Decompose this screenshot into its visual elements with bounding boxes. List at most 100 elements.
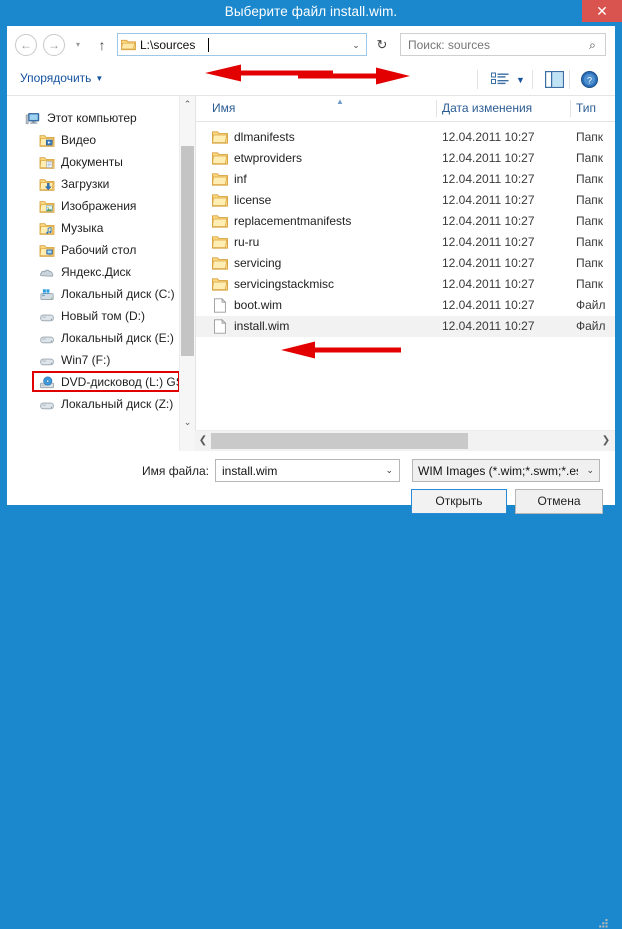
sidebar-item-9[interactable]: Новый том (D:) xyxy=(7,306,179,328)
file-row[interactable]: license 12.04.2011 10:27 Папк xyxy=(196,190,615,211)
file-type: Папк xyxy=(576,214,604,228)
address-text: L:\sources xyxy=(140,38,196,52)
file-icon xyxy=(212,318,228,334)
file-name: dlmanifests xyxy=(234,130,295,144)
sidebar-scroll-thumb[interactable] xyxy=(181,146,194,356)
file-row[interactable]: servicing 12.04.2011 10:27 Папк xyxy=(196,253,615,274)
sidebar-item-2[interactable]: Документы xyxy=(7,152,179,174)
organize-menu-button[interactable]: Упорядочить ▼ xyxy=(20,71,103,85)
change-view-icon[interactable] xyxy=(491,72,511,88)
close-icon: ✕ xyxy=(596,3,608,19)
horizontal-scroll-thumb[interactable] xyxy=(211,433,468,449)
search-input[interactable]: Поиск: sources ⌕ xyxy=(400,33,606,56)
column-divider[interactable] xyxy=(570,100,571,117)
column-header-date[interactable]: Дата изменения xyxy=(442,96,567,121)
file-type: Файл xyxy=(576,319,606,333)
svg-text:?: ? xyxy=(587,75,592,85)
file-type-filter-select[interactable]: WIM Images (*.wim;*.swm;*.esd ⌄ xyxy=(412,459,600,482)
file-date-modified: 12.04.2011 10:27 xyxy=(442,151,535,165)
file-row[interactable]: ru-ru 12.04.2011 10:27 Папк xyxy=(196,232,615,253)
drive-icon xyxy=(39,354,55,368)
file-name: license xyxy=(234,193,272,207)
file-name: ru-ru xyxy=(234,235,260,249)
file-name: install.wim xyxy=(234,319,290,333)
file-date-modified: 12.04.2011 10:27 xyxy=(442,256,535,270)
file-row[interactable]: install.wim 12.04.2011 10:27 Файл xyxy=(196,316,615,337)
scroll-up-button[interactable]: ⌃ xyxy=(180,96,195,113)
file-row[interactable]: inf 12.04.2011 10:27 Папк xyxy=(196,169,615,190)
filename-input[interactable]: install.wim ⌄ xyxy=(215,459,400,482)
sidebar-item-4[interactable]: Изображения xyxy=(7,196,179,218)
sidebar-item-label: Локальный диск (E:) xyxy=(61,331,174,345)
sidebar-item-label: Загрузки xyxy=(61,177,110,191)
scroll-down-button[interactable]: ⌄ xyxy=(180,414,195,431)
resize-grip-icon[interactable] xyxy=(599,919,609,929)
sidebar-item-3[interactable]: Загрузки xyxy=(7,174,179,196)
open-button[interactable]: Открыть xyxy=(411,489,507,514)
file-name: replacementmanifests xyxy=(234,214,352,228)
sidebar-item-10[interactable]: Локальный диск (E:) xyxy=(7,328,179,350)
column-header-type[interactable]: Тип xyxy=(576,96,612,121)
file-row[interactable]: servicingstackmisc 12.04.2011 10:27 Папк xyxy=(196,274,615,295)
cancel-button[interactable]: Отмена xyxy=(515,489,603,514)
sidebar-item-0[interactable]: Этот компьютер xyxy=(7,108,179,130)
sidebar-item-12[interactable]: DVD-дисковод (L:) GS xyxy=(7,372,184,394)
window-title: Выберите файл install.wim. xyxy=(224,4,398,19)
help-icon[interactable]: ? xyxy=(581,71,598,88)
file-list-horizontal-scrollbar[interactable]: ❮ ❯ xyxy=(195,430,615,451)
file-name: servicingstackmisc xyxy=(234,277,335,291)
sidebar-item-6[interactable]: Рабочий стол xyxy=(7,240,179,262)
chevron-down-icon: ⌄ xyxy=(586,465,594,475)
arrow-right-icon: → xyxy=(48,38,60,52)
toolbar-divider xyxy=(569,70,570,89)
folder-icon xyxy=(212,172,228,187)
column-divider[interactable] xyxy=(436,100,437,117)
file-row[interactable]: etwproviders 12.04.2011 10:27 Папк xyxy=(196,148,615,169)
refresh-button[interactable]: ↻ xyxy=(371,33,393,56)
sidebar-item-11[interactable]: Win7 (F:) xyxy=(7,350,179,372)
scroll-right-button[interactable]: ❯ xyxy=(598,431,614,451)
chevron-down-icon[interactable]: ⌄ xyxy=(385,465,393,476)
folder-icon xyxy=(212,130,228,145)
preview-pane-icon[interactable] xyxy=(545,71,564,88)
scroll-left-button[interactable]: ❮ xyxy=(195,431,211,451)
folder-documents-icon xyxy=(39,156,55,170)
folder-downloads-icon xyxy=(39,178,55,192)
sort-ascending-icon: ▲ xyxy=(336,97,344,106)
column-header-name[interactable]: Имя xyxy=(212,96,427,121)
sidebar-item-1[interactable]: Видео xyxy=(7,130,179,152)
sidebar-item-8[interactable]: Локальный диск (C:) xyxy=(7,284,179,306)
arrow-up-icon: ↑ xyxy=(98,37,106,53)
file-row[interactable]: dlmanifests 12.04.2011 10:27 Папк xyxy=(196,127,615,148)
chevron-down-icon[interactable]: ⌄ xyxy=(350,39,362,52)
file-type-filter-value: WIM Images (*.wim;*.swm;*.esd xyxy=(418,464,578,478)
file-type: Папк xyxy=(576,130,604,144)
file-date-modified: 12.04.2011 10:27 xyxy=(442,298,535,312)
file-row[interactable]: replacementmanifests 12.04.2011 10:27 Папк xyxy=(196,211,615,232)
sidebar-item-13[interactable]: Локальный диск (Z:) xyxy=(7,394,179,416)
sidebar-item-label: DVD-дисковод (L:) GS xyxy=(61,375,184,389)
folder-icon xyxy=(212,151,228,166)
sidebar-item-7[interactable]: Яндекс.Диск xyxy=(7,262,179,284)
close-button[interactable]: ✕ xyxy=(582,0,622,22)
back-button[interactable]: ← xyxy=(15,34,37,56)
file-icon xyxy=(212,297,228,313)
sidebar-item-label: Этот компьютер xyxy=(47,111,137,125)
chevron-down-icon[interactable]: ▼ xyxy=(516,75,525,85)
folder-music-icon xyxy=(39,222,55,236)
drive-icon xyxy=(39,398,55,412)
file-type: Файл xyxy=(576,298,606,312)
navigation-pane: Этот компьютер Видео Документы Загрузки Изоб… xyxy=(7,96,195,451)
forward-button[interactable]: → xyxy=(43,34,65,56)
file-row[interactable]: boot.wim 12.04.2011 10:27 Файл xyxy=(196,295,615,316)
yandex-disk-icon xyxy=(39,266,55,280)
sidebar-item-5[interactable]: Музыка xyxy=(7,218,179,240)
sidebar-scrollbar[interactable]: ⌃ ⌄ xyxy=(179,96,195,451)
folder-icon xyxy=(212,214,228,229)
recent-locations-button[interactable]: ▾ xyxy=(71,40,85,50)
address-bar[interactable]: L:\sources ⌄ xyxy=(117,33,367,56)
toolbar-divider xyxy=(477,70,478,89)
search-icon: ⌕ xyxy=(589,38,596,52)
sidebar-item-label: Рабочий стол xyxy=(61,243,137,257)
up-one-level-button[interactable]: ↑ xyxy=(93,35,111,55)
